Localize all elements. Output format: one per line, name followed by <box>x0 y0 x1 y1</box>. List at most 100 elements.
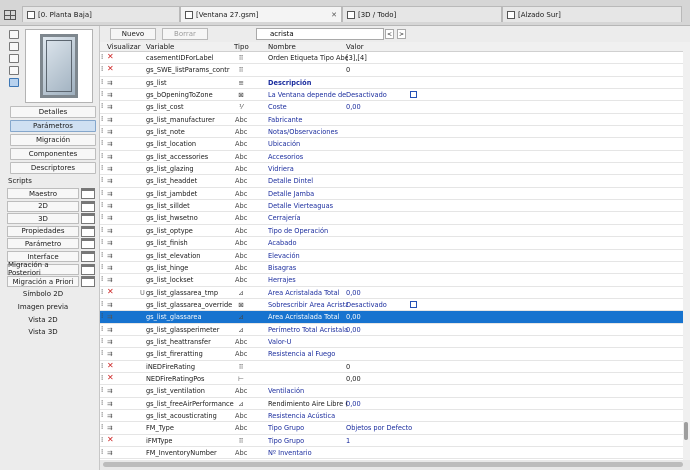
table-row[interactable]: ⁞ ⇉ gs_list_elevation Abc Elevación <box>100 250 683 262</box>
variable-cell[interactable]: gs_list_cost <box>146 103 234 111</box>
drag-handle-icon[interactable]: ⁞ <box>101 337 105 345</box>
variable-cell[interactable]: casementIDForLabel <box>146 54 234 62</box>
visibility-icon[interactable]: ⇉ <box>107 239 117 247</box>
variable-cell[interactable]: gs_list_ventilation <box>146 387 234 395</box>
variable-cell[interactable]: FM_Type <box>146 424 234 432</box>
visibility-icon[interactable]: ⇉ <box>107 227 117 235</box>
variable-cell[interactable]: iFMType <box>146 437 234 445</box>
window-icon[interactable] <box>81 200 95 212</box>
drag-handle-icon[interactable]: ⁞ <box>101 176 105 184</box>
type-icon[interactable]: Abc <box>235 424 247 432</box>
variable-cell[interactable]: gs_list_glazing <box>146 165 234 173</box>
type-icon[interactable]: Abc <box>235 276 247 284</box>
nav-button-1[interactable]: Detalles <box>10 106 96 118</box>
variable-cell[interactable]: gs_list_location <box>146 140 234 148</box>
script-button-10[interactable]: Imagen previa <box>7 301 79 312</box>
variable-cell[interactable]: iNEDFireRating <box>146 363 234 371</box>
type-icon[interactable]: Abc <box>235 239 247 247</box>
value-cell[interactable]: 1 <box>346 437 426 445</box>
grid-icon[interactable] <box>4 10 16 20</box>
drag-handle-icon[interactable]: ⁞ <box>101 152 105 160</box>
table-row[interactable]: ⁞ ⇉ gs_list_acousticrating Abc Resistencia A… <box>100 410 683 423</box>
drag-handle-icon[interactable]: ⁞ <box>101 374 105 382</box>
close-icon[interactable]: ✕ <box>331 11 337 19</box>
visibility-icon[interactable]: ⇉ <box>107 387 117 395</box>
nav-button-4[interactable]: Componentes <box>10 148 96 160</box>
drag-handle-icon[interactable]: ⁞ <box>101 189 105 197</box>
name-cell[interactable]: Nº Inventario <box>268 449 348 457</box>
name-cell[interactable]: Perímetro Total Acristalado <box>268 326 348 334</box>
drag-handle-icon[interactable]: ⁞ <box>101 213 105 221</box>
name-cell[interactable]: Bisagras <box>268 264 348 272</box>
col-tipo[interactable]: Tipo <box>234 43 249 51</box>
checkbox[interactable] <box>410 91 417 99</box>
checkbox[interactable] <box>410 300 417 308</box>
table-row[interactable]: ⁞ ⇉ gs_list_cost ⅟ Coste 0,00 <box>100 101 683 114</box>
visibility-icon[interactable]: ⇉ <box>107 252 117 260</box>
value-cell[interactable]: 0,00 <box>346 375 426 383</box>
variable-cell[interactable]: gs_list_hwsetno <box>146 214 234 222</box>
window-icon[interactable] <box>81 225 95 237</box>
visibility-icon[interactable]: ⇉ <box>107 264 117 272</box>
value-cell[interactable]: 0,00 <box>346 313 426 321</box>
visibility-icon[interactable]: ⇉ <box>107 301 117 309</box>
variable-cell[interactable]: gs_list_silldet <box>146 202 234 210</box>
horizontal-scrollbar[interactable] <box>100 460 690 470</box>
variable-cell[interactable]: gs_list_glassarea_tmp <box>146 289 234 297</box>
drag-handle-icon[interactable]: ⁞ <box>101 325 105 333</box>
table-row[interactable]: ⁞ ✕ Ugs_list_glassarea_tmp ⊿ Área Acristalad… <box>100 287 683 299</box>
visibility-icon[interactable]: ⇉ <box>107 338 117 346</box>
table-row[interactable]: ⁞ ✕ iFMType ⠿ Tipo Grupo 1 <box>100 435 683 447</box>
script-button-5[interactable]: Parámetro <box>7 238 79 250</box>
value-cell[interactable]: Objetos por Defecto <box>346 424 426 432</box>
hidden-x-icon[interactable]: ✕ <box>107 361 117 370</box>
drag-handle-icon[interactable]: ⁞ <box>101 226 105 234</box>
table-row[interactable]: ⁞ ✕ casementIDForLabel ⠿ Orden Etiqueta Tipo… <box>100 52 683 65</box>
table-row[interactable]: ⁞ ⇉ FM_InventoryNumber Abc Nº Inventario <box>100 447 683 460</box>
drag-handle-icon[interactable]: ⁞ <box>101 263 105 271</box>
type-icon[interactable]: Abc <box>235 165 247 173</box>
visibility-icon[interactable]: ⇉ <box>107 276 117 284</box>
value-cell[interactable]: 0,00 <box>346 326 426 334</box>
name-cell[interactable]: Área Acristalada Total <box>268 289 348 297</box>
type-icon[interactable]: Abc <box>235 350 247 358</box>
name-cell[interactable]: Fabricante <box>268 116 348 124</box>
tab-1[interactable]: [0. Planta Baja] <box>22 6 180 22</box>
name-cell[interactable]: Ventilación <box>268 387 348 395</box>
visibility-icon[interactable]: ⇉ <box>107 177 117 185</box>
visibility-icon[interactable]: ⇉ <box>107 214 117 222</box>
table-row[interactable]: ⁞ ⇉ gs_list_glassperimeter ⊿ Perímetro Total… <box>100 324 683 336</box>
table-row[interactable]: ⁞ ⇉ gs_bOpeningToZone ⊠ La Ventana depende d… <box>100 89 683 102</box>
window-icon[interactable] <box>81 213 95 225</box>
variable-cell[interactable]: NEDFireRatingPos <box>146 375 234 383</box>
visibility-icon[interactable]: ⇉ <box>107 116 117 124</box>
plan-icon[interactable] <box>9 42 19 51</box>
list-view-icon[interactable] <box>9 78 19 87</box>
type-icon[interactable]: Abc <box>235 227 247 235</box>
type-icon[interactable]: Abc <box>235 177 247 185</box>
drag-handle-icon[interactable]: ⁞ <box>101 53 105 61</box>
window-icon[interactable] <box>81 276 95 288</box>
drag-handle-icon[interactable]: ⁞ <box>101 288 105 296</box>
tab-2[interactable]: [Ventana 27.gsm] ✕ <box>180 6 342 22</box>
hidden-x-icon[interactable]: ✕ <box>107 373 117 382</box>
visibility-icon[interactable]: ⇉ <box>107 153 117 161</box>
variable-cell[interactable]: gs_list_note <box>146 128 234 136</box>
nav-button-2[interactable]: Parámetros <box>10 120 96 132</box>
window-icon[interactable] <box>81 251 95 262</box>
table-row[interactable]: ⁞ ⇉ gs_list_fireratting Abc Resistencia al F… <box>100 348 683 361</box>
visibility-icon[interactable]: ⇉ <box>107 103 117 111</box>
script-button-4[interactable]: Propiedades <box>7 225 79 237</box>
value-cell[interactable]: 0 <box>346 363 426 371</box>
name-cell[interactable]: Descripción <box>268 79 348 87</box>
table-row[interactable]: ⁞ ⇉ gs_list ≡ Descripción <box>100 77 683 90</box>
table-row[interactable]: ⁞ ⇉ gs_list_manufacturer Abc Fabricante <box>100 114 683 127</box>
type-icon[interactable]: Abc <box>235 214 247 222</box>
table-row[interactable]: ⁞ ✕ iNEDFireRating ⠿ 0 <box>100 361 683 373</box>
table-row[interactable]: ⁞ ⇉ gs_list_location Abc Ubicación <box>100 138 683 151</box>
drag-handle-icon[interactable]: ⁞ <box>101 300 105 308</box>
drag-handle-icon[interactable]: ⁞ <box>101 139 105 147</box>
variable-cell[interactable]: gs_list_glassarea_override <box>146 301 234 309</box>
col-nombre[interactable]: Nombre <box>268 43 296 51</box>
table-row[interactable]: ⁞ ⇉ gs_list_silldet Abc Detalle Vierteaguas <box>100 200 683 213</box>
